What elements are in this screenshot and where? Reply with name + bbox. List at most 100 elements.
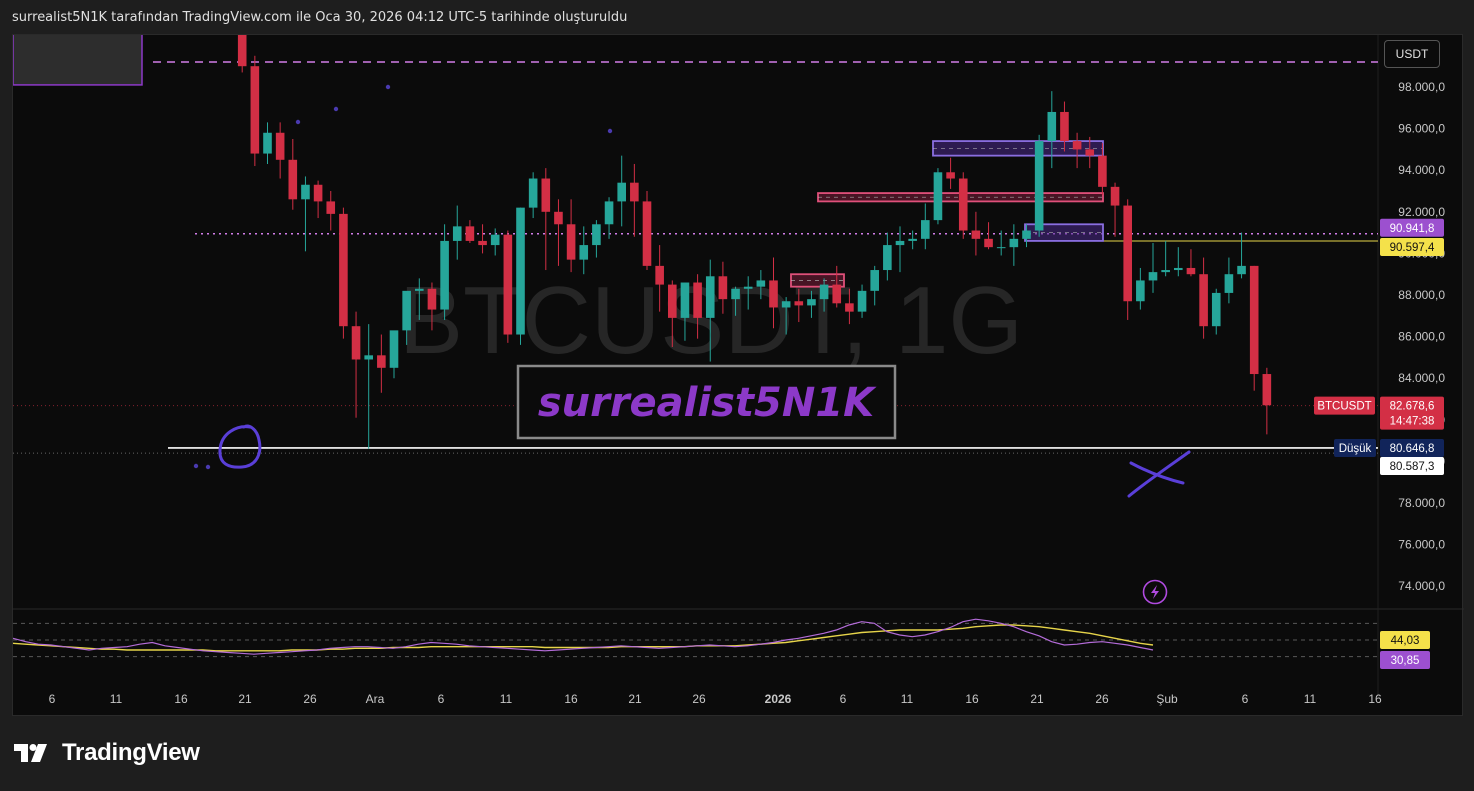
time-axis-tick: 16 xyxy=(174,692,188,706)
candle-body xyxy=(883,245,892,271)
rsi-line xyxy=(13,618,1154,655)
candle-body xyxy=(275,132,285,160)
hand-drawn-circle xyxy=(218,424,262,469)
candle-body xyxy=(440,240,449,310)
candle-body xyxy=(1022,230,1031,239)
candle-body xyxy=(807,299,816,306)
candle-body xyxy=(630,182,639,202)
candle-body xyxy=(1085,149,1095,156)
time-axis-tick: 26 xyxy=(1095,692,1109,706)
time-axis-tick: 6 xyxy=(1242,692,1249,706)
candle-body xyxy=(1174,267,1183,271)
time-axis-tick: 26 xyxy=(692,692,706,706)
time-axis-tick: 11 xyxy=(110,692,123,706)
price-axis-tick: 78.000,0 xyxy=(1398,496,1445,510)
candle-body xyxy=(377,355,386,368)
lightning-icon xyxy=(1151,585,1159,599)
low-value-tag: 80.646,8 xyxy=(1390,443,1435,455)
time-axis-tick: 6 xyxy=(840,692,847,706)
annotation-dot xyxy=(607,128,613,134)
time-axis-tick: 2026 xyxy=(765,692,792,706)
candle-body xyxy=(427,288,437,310)
time-axis-tick: Şub xyxy=(1156,692,1178,706)
candle-body xyxy=(478,240,487,246)
candle-body xyxy=(389,330,399,368)
tradingview-logo-icon xyxy=(14,744,47,762)
low-label: Düşük xyxy=(1339,443,1372,455)
candle-body xyxy=(781,301,791,308)
candle-body xyxy=(769,280,778,308)
price-chart[interactable]: BTCUSDT, 1Gsurrealist5N1K98.000,096.000,… xyxy=(13,35,1464,717)
candle-body xyxy=(731,288,740,300)
price-axis-tick: 92.000,0 xyxy=(1398,205,1445,219)
candle-body xyxy=(592,224,601,246)
candle-body xyxy=(832,284,842,304)
price-axis-tick: 94.000,0 xyxy=(1398,163,1445,177)
candle-body xyxy=(857,290,867,312)
time-axis-tick: 16 xyxy=(564,692,578,706)
candle-body xyxy=(250,66,260,154)
candle-body xyxy=(642,201,652,266)
candle-body xyxy=(705,276,715,318)
price-axis-tick: 84.000,0 xyxy=(1398,371,1445,385)
candle-body xyxy=(895,240,905,246)
candle-body xyxy=(364,355,373,360)
crosshair-price-tag: 80.587,3 xyxy=(1390,461,1435,473)
time-axis-tick: 11 xyxy=(1304,692,1317,706)
candle-body xyxy=(516,207,525,335)
candle-body xyxy=(503,234,513,335)
candle-body xyxy=(452,226,462,241)
candle-body xyxy=(301,184,310,200)
candle-body xyxy=(263,132,272,154)
candle-body xyxy=(1060,111,1069,142)
time-axis-tick: 11 xyxy=(901,692,914,706)
candle-body xyxy=(1262,374,1272,406)
candle-body xyxy=(756,280,766,287)
candle-body xyxy=(339,213,348,327)
candle-body xyxy=(604,201,614,225)
candle-body xyxy=(1249,265,1259,375)
candle-body xyxy=(870,270,879,291)
chart-attribution-header: surrealist5N1K tarafından TradingView.co… xyxy=(12,10,628,25)
price-axis-tick: 96.000,0 xyxy=(1398,122,1445,136)
annotation-dot xyxy=(385,84,391,90)
level-price-tag: 90.597,4 xyxy=(1390,242,1435,254)
candle-body xyxy=(1211,292,1221,327)
time-axis-tick: 16 xyxy=(1368,692,1382,706)
time-axis-tick: 6 xyxy=(49,692,56,706)
candle-body xyxy=(984,238,993,248)
candle-body xyxy=(402,290,411,331)
hand-drawn-cross xyxy=(1127,450,1191,498)
candle-body xyxy=(326,201,336,214)
candle-body xyxy=(718,276,728,300)
annotation-dot xyxy=(333,106,339,112)
price-axis-tick: 98.000,0 xyxy=(1398,80,1445,94)
candle-body xyxy=(1072,141,1082,150)
brand-name: TradingView xyxy=(62,739,200,766)
candle-body xyxy=(958,178,968,231)
candle-body xyxy=(921,220,930,239)
time-axis-tick: 21 xyxy=(628,692,642,706)
currency-button[interactable]: USDT xyxy=(1384,40,1440,68)
symbol-label: BTCUSDT xyxy=(1317,401,1371,413)
candle-body xyxy=(351,326,361,360)
level-price-tag: 90.941,8 xyxy=(1390,223,1435,235)
candle-body xyxy=(1199,274,1208,327)
candle-body xyxy=(794,301,804,306)
candle-body xyxy=(971,230,981,239)
candle-body xyxy=(743,286,753,289)
chart-panel[interactable]: BTCUSDT, 1G surrealist5N1K 98.000,0 96.000,… xyxy=(12,34,1464,717)
author-watermark-text: surrealist5N1K xyxy=(538,380,877,426)
candle-body xyxy=(415,288,424,291)
rsi-value-tag: 44,03 xyxy=(1391,635,1420,647)
time-axis-tick: Ara xyxy=(366,692,385,706)
candle-body xyxy=(1034,141,1044,231)
price-axis-tick: 86.000,0 xyxy=(1398,330,1445,344)
tradingview-brand: TradingView xyxy=(14,739,200,767)
candle-body xyxy=(1047,111,1057,142)
candle-body xyxy=(1009,238,1019,248)
price-axis-tick: 76.000,0 xyxy=(1398,538,1445,552)
candle-body xyxy=(1161,270,1170,273)
candle-body xyxy=(655,265,664,285)
candle-body xyxy=(490,234,500,246)
